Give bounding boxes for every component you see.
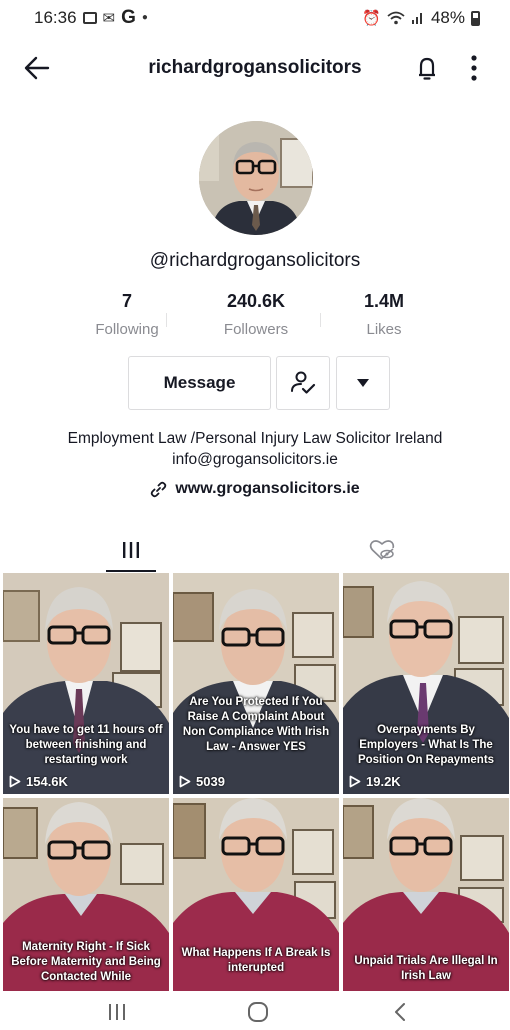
video-views: 5039	[179, 774, 225, 789]
profile-actions: Message	[0, 356, 510, 411]
play-icon	[179, 775, 191, 788]
chevron-left-icon	[395, 1003, 405, 1021]
video-tile[interactable]: You have to get 11 hours off between fin…	[3, 573, 169, 794]
video-tile[interactable]: What Happens If A Break Is interupted	[173, 798, 339, 991]
profile-header: richardgrogansolicitors	[0, 44, 510, 92]
gmail-icon: ✉	[102, 9, 116, 27]
video-tile[interactable]: Are You Protected If You Raise A Complai…	[173, 573, 339, 794]
website-link[interactable]: www.grogansolicitors.ie	[0, 480, 510, 498]
signal-icon	[411, 13, 422, 24]
more-options-button[interactable]	[462, 53, 486, 83]
play-icon	[9, 775, 21, 788]
status-bar: 16:36 ✉ G ● ⏰ 48%	[0, 0, 510, 36]
caret-down-icon	[357, 379, 369, 387]
status-left: 16:36 ✉ G ●	[34, 7, 148, 29]
video-tile[interactable]: Overpayments By Employers - What Is The …	[343, 573, 509, 794]
view-count: 154.6K	[26, 774, 68, 789]
active-tab-indicator	[106, 570, 156, 572]
video-caption: You have to get 11 hours off between fin…	[9, 724, 163, 766]
website-url: www.grogansolicitors.ie	[175, 480, 360, 497]
more-vertical-icon	[471, 55, 477, 81]
battery-icon	[471, 10, 480, 26]
view-count: 19.2K	[366, 774, 401, 789]
video-grid: You have to get 11 hours off between fin…	[3, 573, 509, 991]
suggested-accounts-button[interactable]	[336, 356, 390, 410]
video-caption: Unpaid Trials Are Illegal In Irish Law	[354, 955, 498, 982]
stat-divider	[166, 313, 167, 327]
avatar[interactable]	[199, 121, 313, 235]
likes-count: 1.4M	[363, 291, 405, 311]
bio-line: Employment Law /Personal Injury Law Soli…	[67, 430, 443, 447]
videos-grid-icon	[123, 542, 139, 558]
profile-stats: 7 Following 240.6K Followers 1.4M Likes	[0, 291, 510, 343]
video-caption: Are You Protected If You Raise A Complai…	[182, 696, 330, 753]
likes-label: Likes	[366, 321, 402, 338]
video-caption: What Happens If A Break Is interupted	[181, 947, 331, 974]
profile-tabs	[0, 528, 510, 572]
profile-bio: Employment Law /Personal Injury Law Soli…	[0, 428, 510, 470]
liked-private-icon	[369, 540, 395, 560]
status-time: 16:36	[34, 8, 77, 27]
gallery-icon	[82, 12, 97, 24]
status-right: ⏰ 48%	[362, 8, 480, 28]
followers-label: Followers	[223, 321, 289, 338]
bio-email: info@grogansolicitors.ie	[172, 451, 338, 468]
video-caption: Maternity Right - If Sick Before Materni…	[11, 941, 161, 983]
following-count: 7	[121, 291, 132, 311]
bell-icon	[419, 57, 435, 80]
avatar-photo	[199, 121, 313, 235]
wifi-icon	[387, 11, 405, 25]
alarm-icon: ⏰	[362, 9, 381, 27]
video-views: 19.2K	[349, 774, 401, 789]
system-nav-bar	[0, 992, 510, 1030]
video-thumbnail	[173, 573, 339, 794]
video-caption: Overpayments By Employers - What Is The …	[357, 724, 495, 766]
battery-percent: 48%	[430, 8, 465, 27]
following-label: Following	[95, 321, 159, 338]
video-tile[interactable]: Maternity Right - If Sick Before Materni…	[3, 798, 169, 991]
dot-icon: ●	[141, 12, 148, 23]
link-icon	[151, 481, 167, 497]
stat-divider	[320, 313, 321, 327]
recent-apps-icon	[109, 1004, 125, 1020]
google-icon: G	[121, 7, 136, 28]
video-tile[interactable]: Unpaid Trials Are Illegal In Irish Law	[343, 798, 509, 991]
followers-count: 240.6K	[226, 291, 286, 311]
play-icon	[349, 775, 361, 788]
following-status-button[interactable]	[276, 356, 330, 410]
recent-apps-button[interactable]	[97, 998, 137, 1026]
followers-stat[interactable]: 240.6K Followers	[196, 291, 316, 338]
notification-bell-button[interactable]	[412, 53, 442, 83]
home-icon	[248, 1002, 268, 1022]
user-check-icon	[291, 371, 316, 394]
home-button[interactable]	[238, 998, 278, 1026]
tab-videos[interactable]	[106, 528, 156, 572]
video-views: 154.6K	[9, 774, 68, 789]
profile-username: @richardgrogansolicitors	[149, 250, 361, 271]
tab-liked[interactable]	[357, 528, 407, 572]
message-button[interactable]: Message	[128, 356, 271, 410]
system-back-button[interactable]	[380, 998, 420, 1026]
likes-stat[interactable]: 1.4M Likes	[324, 291, 444, 338]
following-stat[interactable]: 7 Following	[67, 291, 187, 338]
view-count: 5039	[196, 774, 225, 789]
